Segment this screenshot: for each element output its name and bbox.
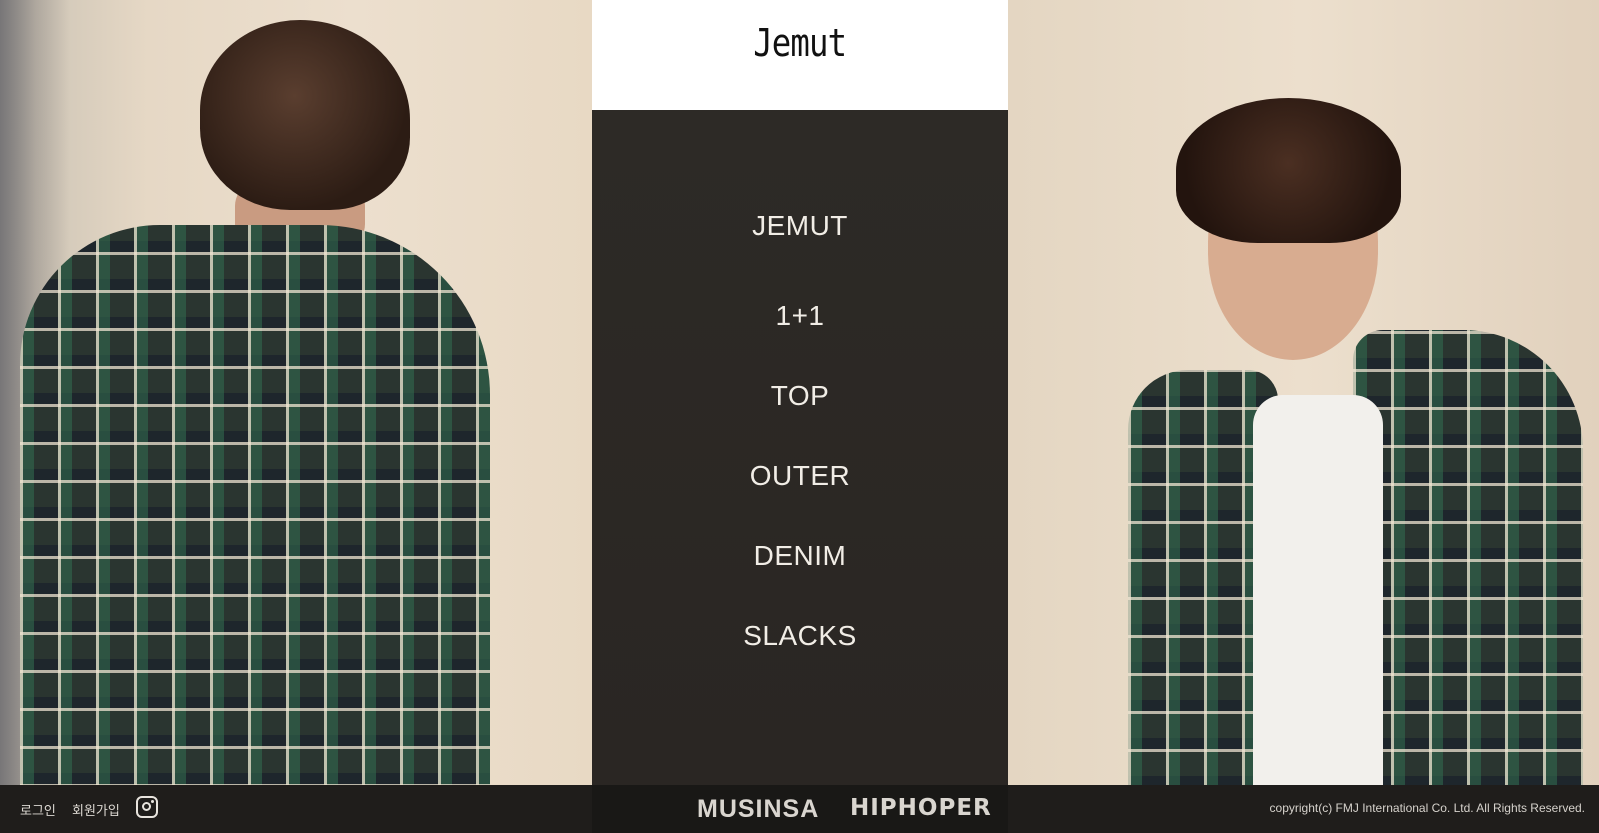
- instagram-icon[interactable]: [136, 796, 158, 818]
- model-hair: [1176, 98, 1401, 243]
- model-photo-left: [0, 0, 592, 785]
- brand-logo[interactable]: Jemut: [754, 21, 848, 65]
- white-tshirt: [1253, 395, 1383, 785]
- menu-item-top[interactable]: TOP: [592, 380, 1008, 412]
- plaid-jacket-right-side: [1353, 330, 1583, 785]
- model-hair: [200, 20, 410, 210]
- menu-item-slacks[interactable]: SLACKS: [592, 620, 1008, 652]
- footer: 로그인 회원가입 MUSINSA HIPHOPER copyright(c) F…: [0, 785, 1599, 833]
- partner-links: MUSINSA HIPHOPER: [592, 785, 1008, 833]
- signup-link[interactable]: 회원가입: [72, 800, 120, 819]
- plaid-shirt: [20, 225, 490, 785]
- model-photo-right: [1008, 0, 1599, 785]
- menu-item-denim[interactable]: DENIM: [592, 540, 1008, 572]
- main-menu: JEMUT 1+1 TOP OUTER DENIM SLACKS: [592, 110, 1008, 785]
- hiphoper-link[interactable]: HIPHOPER: [850, 795, 992, 821]
- login-link[interactable]: 로그인: [20, 800, 56, 819]
- menu-item-outer[interactable]: OUTER: [592, 460, 1008, 492]
- copyright-text: copyright(c) FMJ International Co. Ltd. …: [1269, 801, 1585, 815]
- musinsa-link[interactable]: MUSINSA: [697, 795, 819, 824]
- menu-item-jemut[interactable]: JEMUT: [592, 210, 1008, 242]
- logo-header[interactable]: Jemut: [592, 0, 1008, 110]
- menu-item-1plus1[interactable]: 1+1: [592, 300, 1008, 332]
